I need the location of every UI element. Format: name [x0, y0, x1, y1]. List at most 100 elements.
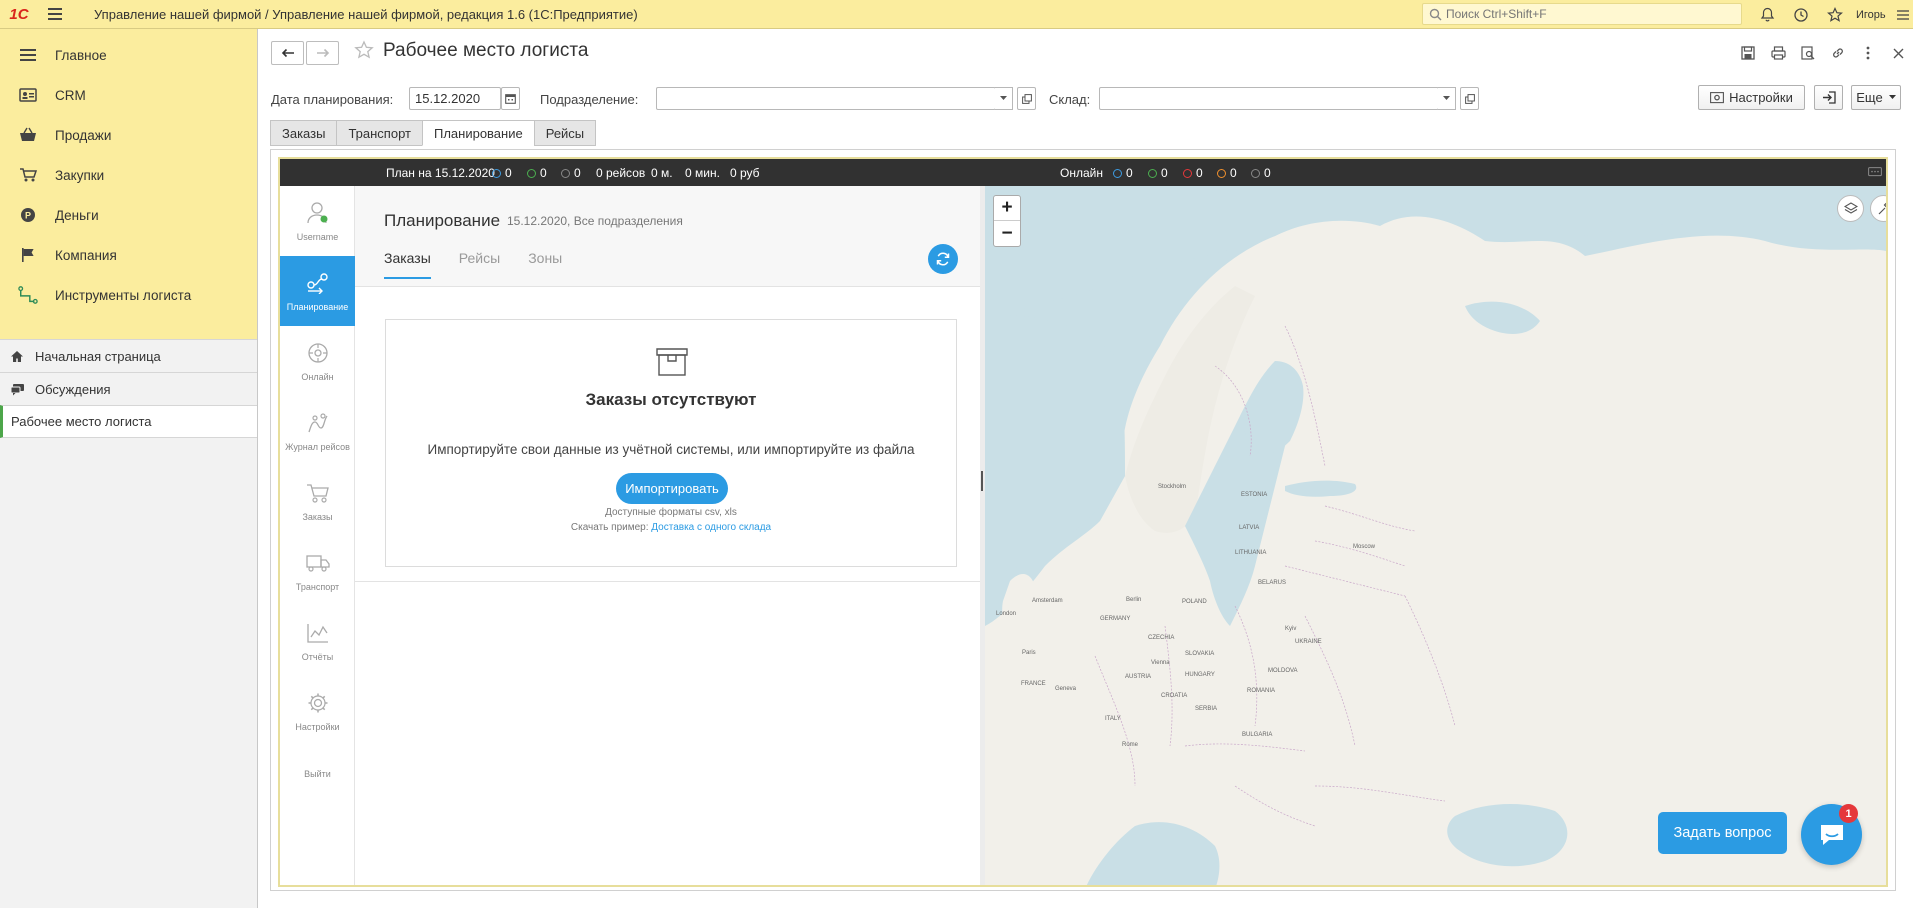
nav-trips-journal[interactable]: Журнал рейсов: [280, 396, 355, 466]
settings-menu-icon[interactable]: [1886, 0, 1913, 29]
more-actions-icon[interactable]: [1853, 41, 1883, 65]
warehouse-input[interactable]: [1100, 91, 1430, 106]
sidebar-item-sales[interactable]: Продажи: [0, 115, 257, 155]
chat-log-icon[interactable]: [1868, 167, 1882, 181]
date-label: Дата планирования:: [271, 92, 394, 107]
notifications-icon[interactable]: [1750, 0, 1784, 29]
division-dropdown[interactable]: [995, 87, 1013, 110]
nav-online[interactable]: Онлайн: [280, 326, 355, 396]
map-canvas[interactable]: [985, 186, 1886, 887]
map-label-kyiv: Kyiv: [1285, 626, 1297, 632]
login-button[interactable]: [1814, 85, 1843, 110]
warehouse-dropdown[interactable]: [1438, 87, 1456, 110]
status-dot-blue: [1113, 169, 1122, 178]
nav-transport[interactable]: Транспорт: [280, 536, 355, 606]
sidebar-item-label: Главное: [55, 47, 107, 63]
distance-count: 0 м.: [651, 166, 673, 180]
warehouse-field[interactable]: [1099, 87, 1439, 110]
chat-badge: 1: [1839, 804, 1858, 823]
import-button[interactable]: Импортировать: [616, 473, 728, 504]
planning-subtitle: 15.12.2020, Все подразделения: [507, 214, 683, 228]
warehouse-label: Склад:: [1049, 92, 1091, 107]
division-input[interactable]: [657, 91, 987, 106]
app-logo: 1С: [9, 5, 29, 23]
sidebar-item-crm[interactable]: CRM: [0, 75, 257, 115]
sidebar-item-logist-tools[interactable]: Инструменты логиста: [0, 275, 257, 315]
status-dot-blue: [492, 169, 501, 178]
arrow-right-icon: [316, 48, 329, 58]
warehouse-open-button[interactable]: [1460, 87, 1479, 110]
tab-planning-trips[interactable]: Рейсы: [459, 250, 500, 279]
sidebar-item-purchases[interactable]: Закупки: [0, 155, 257, 195]
tab-planning[interactable]: Планирование: [421, 120, 534, 146]
global-search[interactable]: [1422, 3, 1742, 25]
refresh-button[interactable]: [928, 244, 958, 274]
print-icon[interactable]: [1763, 41, 1793, 65]
settings-button[interactable]: Настройки: [1698, 85, 1805, 110]
discussions-link[interactable]: Обсуждения: [0, 372, 257, 405]
main-menu-icon[interactable]: [48, 0, 72, 29]
map-label-belarus: BELARUS: [1258, 580, 1287, 586]
sample-download: Скачать пример: Доставка с одного склада: [386, 522, 956, 533]
nav-label: Онлайн: [301, 372, 334, 382]
add-favorite-icon[interactable]: [354, 40, 374, 63]
tab-planning-orders[interactable]: Заказы: [384, 250, 431, 279]
map-view[interactable]: Stockholm ESTONIA LATVIA LITHUANIA Mosco…: [985, 186, 1886, 887]
tab-trips[interactable]: Рейсы: [533, 120, 597, 146]
favorites-icon[interactable]: [1818, 0, 1852, 29]
nav-label: Выйти: [304, 769, 331, 779]
forward-button[interactable]: [306, 41, 339, 65]
nav-planning[interactable]: Планирование: [280, 256, 355, 326]
truck-icon: [305, 550, 331, 576]
tab-planning-zones[interactable]: Зоны: [528, 250, 562, 279]
sidebar-item-label: Деньги: [55, 207, 99, 223]
settings-icon: [1710, 92, 1725, 104]
nav-logout[interactable]: Выйти: [280, 759, 355, 789]
division-field[interactable]: [656, 87, 996, 110]
map-label-slovakia: SLOVAKIA: [1185, 651, 1215, 657]
ask-question-button[interactable]: Задать вопрос: [1658, 812, 1787, 854]
status-dot-red: [1183, 169, 1192, 178]
nav-settings[interactable]: Настройки: [280, 676, 355, 746]
sign-in-icon: [1822, 91, 1836, 104]
back-button[interactable]: [271, 41, 304, 65]
zoom-in-button[interactable]: +: [994, 196, 1020, 221]
trips-count: 0 рейсов: [596, 166, 646, 180]
nav-username[interactable]: Username: [280, 186, 355, 256]
link-icon[interactable]: [1823, 41, 1853, 65]
open-form-logist-workplace[interactable]: Рабочее место логиста: [0, 405, 257, 438]
date-input[interactable]: [410, 91, 498, 106]
sidebar-item-label: Инструменты логиста: [55, 287, 192, 303]
search-icon: [1429, 8, 1442, 20]
calendar-button[interactable]: [501, 87, 520, 110]
map-layers-button[interactable]: [1837, 195, 1864, 222]
tab-orders[interactable]: Заказы: [270, 120, 337, 146]
splitter-grip[interactable]: [981, 471, 983, 491]
route-icon: [18, 285, 38, 305]
sample-link[interactable]: Доставка с одного склада: [651, 522, 771, 533]
discussions-icon: [9, 381, 25, 397]
close-icon[interactable]: [1883, 41, 1913, 65]
nav-label: Настройки: [295, 722, 340, 732]
nav-orders[interactable]: Заказы: [280, 466, 355, 536]
nav-reports[interactable]: Отчёты: [280, 606, 355, 676]
preview-icon[interactable]: [1793, 41, 1823, 65]
map-label-london: London: [996, 611, 1017, 617]
home-page-link[interactable]: Начальная страница: [0, 339, 257, 372]
division-open-button[interactable]: [1017, 87, 1036, 110]
sidebar-item-main[interactable]: Главное: [0, 35, 257, 75]
global-search-input[interactable]: [1446, 7, 1736, 21]
date-field[interactable]: [409, 87, 501, 110]
tab-transport[interactable]: Транспорт: [336, 120, 422, 146]
discussions-label: Обсуждения: [35, 381, 111, 397]
history-icon[interactable]: [1784, 0, 1818, 29]
layers-icon: [1843, 201, 1858, 214]
sidebar-item-company[interactable]: Компания: [0, 235, 257, 275]
more-button-label: Еще: [1856, 90, 1883, 105]
save-icon[interactable]: [1733, 41, 1763, 65]
cart-icon: [18, 165, 38, 185]
sidebar-item-money[interactable]: P Деньги: [0, 195, 257, 235]
user-name[interactable]: Игорь: [1856, 9, 1886, 21]
more-button[interactable]: Еще: [1851, 85, 1901, 110]
zoom-out-button[interactable]: −: [994, 221, 1020, 246]
